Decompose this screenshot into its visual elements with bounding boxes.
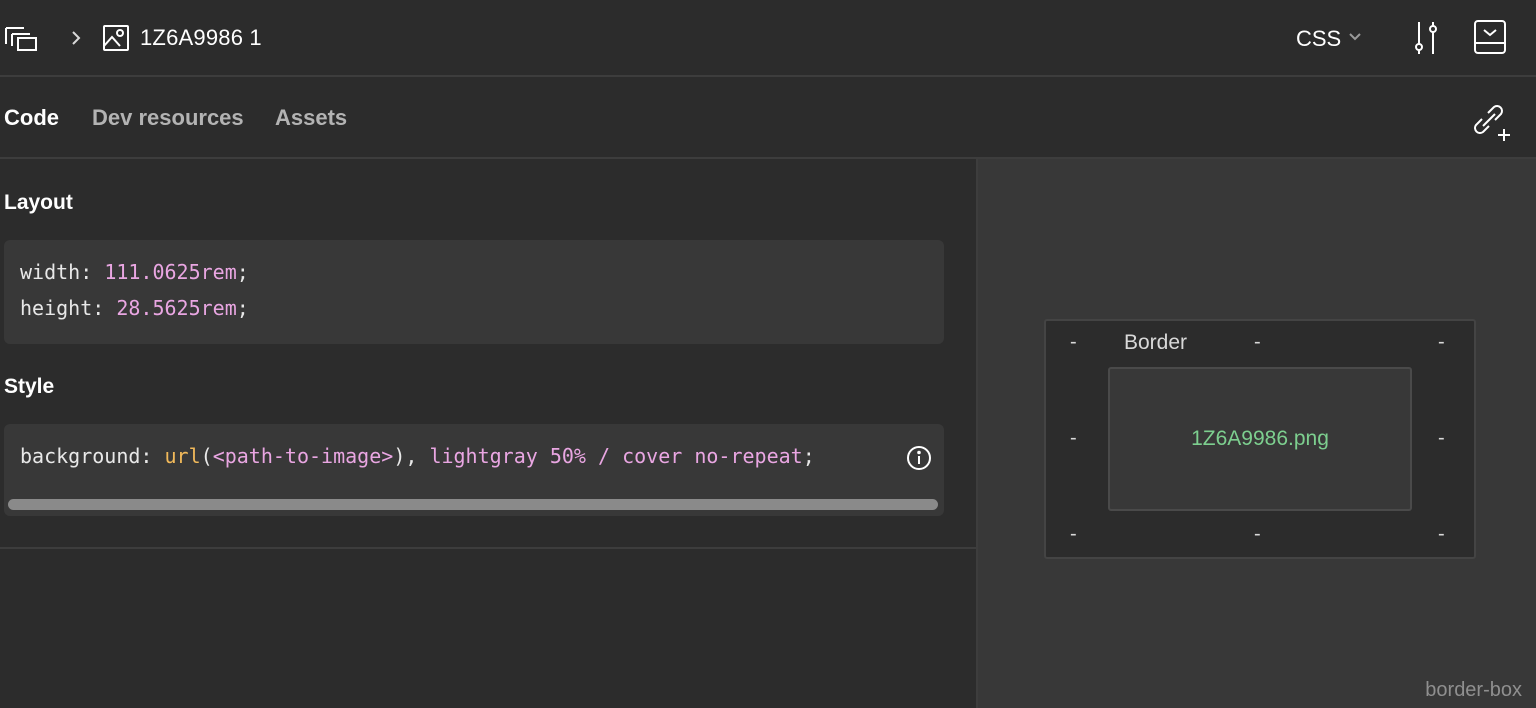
border-bottom-right: - (1438, 523, 1445, 545)
layout-section-title: Layout (4, 191, 73, 214)
code-prop: height (20, 296, 93, 320)
code-function: url (164, 444, 201, 468)
language-label: CSS (1296, 26, 1342, 51)
code-prop: width (20, 260, 81, 284)
border-label: Border (1124, 331, 1188, 354)
box-model-pane: - Border - - - - - - - 1Z6A9986.png bord… (976, 159, 1536, 708)
tab-bar: Code Dev resources Assets (0, 77, 1536, 159)
link-plus-icon[interactable] (1468, 99, 1516, 141)
code-line-height: height: 28.5625rem; (20, 296, 249, 320)
border-top: - (1254, 331, 1261, 353)
style-section-title: Style (4, 375, 55, 398)
border-bottom-left: - (1070, 523, 1077, 545)
info-icon[interactable] (906, 445, 932, 471)
code-line-background: background: url(<path-to-image>), lightg… (20, 444, 815, 468)
border-top-left: - (1070, 331, 1077, 353)
code-line-width: width: 111.0625rem; (20, 260, 249, 284)
layout-code-block[interactable]: width: 111.0625rem; height: 28.5625rem; (4, 240, 944, 344)
code-value: 111.0625rem (104, 260, 237, 284)
inspector-header: 1Z6A9986 1 CSS (0, 0, 1536, 77)
border-bottom: - (1254, 523, 1261, 545)
code-pane: Layout width: 111.0625rem; height: 28.56… (0, 159, 976, 708)
panel-toggle-icon[interactable] (1472, 18, 1508, 56)
dev-mode-inspector: 1Z6A9986 1 CSS Code Dev resources Assets… (0, 0, 1536, 708)
sliders-icon[interactable] (1410, 20, 1442, 56)
border-top-right: - (1438, 331, 1445, 353)
border-left: - (1070, 427, 1077, 449)
section-divider (0, 547, 976, 549)
horizontal-scrollbar[interactable] (8, 499, 938, 510)
frames-icon[interactable] (4, 24, 38, 54)
code-arg: <path-to-image> (212, 444, 394, 468)
tab-dev-resources[interactable]: Dev resources (92, 105, 244, 131)
box-sizing-label: border-box (1425, 679, 1522, 701)
chevron-down-icon (1347, 29, 1363, 50)
layer-name: 1Z6A9986 1 (140, 25, 262, 50)
border-right: - (1438, 427, 1445, 449)
image-icon (102, 24, 130, 52)
code-prop: background (20, 444, 141, 468)
language-select[interactable]: CSS (1296, 25, 1363, 53)
style-code-block[interactable]: background: url(<path-to-image>), lightg… (4, 424, 944, 516)
content-box: 1Z6A9986.png (1108, 367, 1412, 511)
chevron-right-icon (66, 28, 86, 48)
tab-assets[interactable]: Assets (275, 105, 347, 131)
content-file-name: 1Z6A9986.png (1191, 427, 1329, 450)
tab-code[interactable]: Code (4, 105, 59, 131)
code-value: 28.5625rem (116, 296, 237, 320)
code-value: lightgray 50% / cover no-repeat (429, 444, 803, 468)
border-box: - Border - - - - - - - 1Z6A9986.png (1044, 319, 1476, 559)
